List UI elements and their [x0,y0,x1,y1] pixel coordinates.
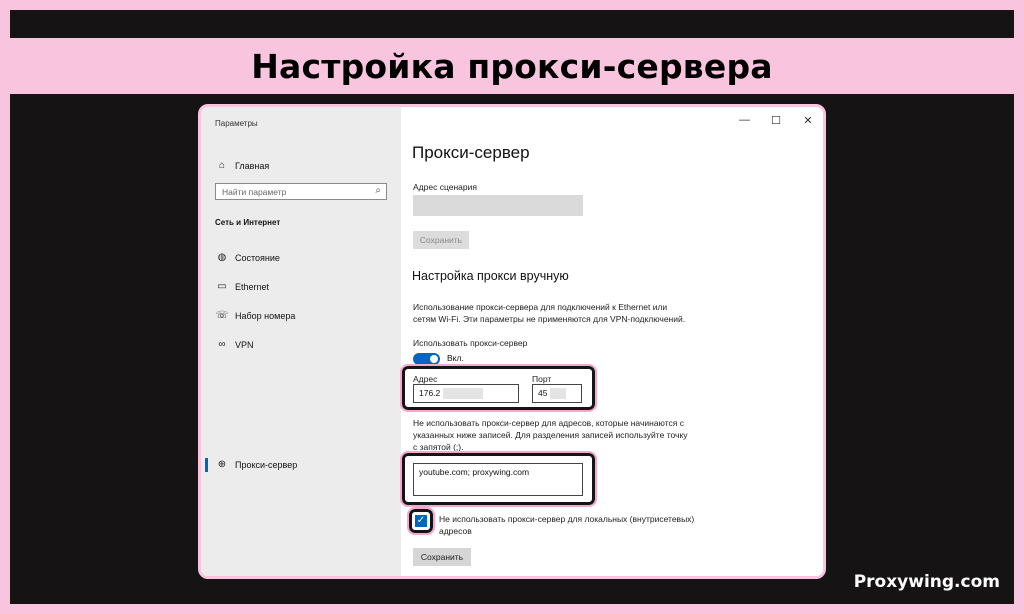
minimize-button[interactable]: — [739,114,750,127]
manual-proxy-heading: Настройка прокси вручную [412,269,569,283]
address-label: Адрес [413,374,438,384]
exclusions-description-line: указанных ниже записей. Для разделения з… [413,430,688,440]
sidebar-item-ethernet[interactable]: ▭ Ethernet [215,281,269,292]
dark-frame: Настройка прокси-сервера Параметры ⌂ Гла… [10,10,1014,604]
search-placeholder: Найти параметр [222,186,287,197]
home-icon: ⌂ [218,160,226,171]
sidebar-item-dialup[interactable]: ☏ Набор номера [215,310,296,321]
save-script-button: Сохранить [413,231,469,249]
save-button[interactable]: Сохранить [413,548,471,566]
toggle-state-label: Вкл. [447,353,464,363]
sidebar: Параметры ⌂ Главная Найти параметр ⌕ Сет… [201,107,401,576]
exclusions-description-line: Не использовать прокси-сервер для адресо… [413,418,684,428]
settings-window: Параметры ⌂ Главная Найти параметр ⌕ Сет… [198,104,826,579]
sidebar-item-label: VPN [235,339,254,350]
script-address-input [413,195,583,216]
redacted-blur [442,388,483,400]
exclusions-field[interactable]: youtube.com; proxywing.com [413,463,583,496]
sidebar-item-label: Набор номера [235,310,296,321]
manual-description-line: сетям Wi-Fi. Эти параметры не применяютс… [413,314,686,324]
use-proxy-label: Использовать прокси-сервер [413,338,528,348]
banner: Настройка прокси-сервера [10,38,1014,94]
page-title: Прокси-сервер [412,143,530,162]
exclusions-description-line: с запятой (;). [413,442,464,452]
address-value: 176.2 [419,388,441,398]
dialup-icon: ☏ [215,310,229,321]
sidebar-item-vpn[interactable]: ∞ VPN [215,339,254,350]
sidebar-item-label: Ethernet [235,281,270,292]
address-field[interactable]: 176.2 [413,384,519,403]
search-input[interactable]: Найти параметр ⌕ [215,183,387,200]
banner-title: Настройка прокси-сервера [251,46,773,86]
exclusions-value: youtube.com; proxywing.com [419,467,530,477]
port-field[interactable]: 45 [532,384,582,403]
local-bypass-label: Не использовать прокси-сервер для локаль… [439,514,695,524]
sidebar-item-label: Прокси-сервер [235,459,298,470]
manual-description-line: Использование прокси-сервера для подключ… [413,302,668,312]
sidebar-item-proxy[interactable]: ⊕ Прокси-сервер [215,459,297,470]
local-bypass-checkbox[interactable]: ✓ [415,515,427,527]
toggle-knob [430,355,438,363]
use-proxy-toggle[interactable] [413,353,440,365]
sidebar-item-label: Главная [235,160,270,171]
search-icon: ⌕ [375,185,381,196]
globe-icon: ⊕ [217,459,227,470]
redacted-blur [549,388,566,400]
content-pane: — ☐ ✕ Прокси-сервер Адрес сценария Сохра… [400,107,823,576]
local-bypass-label: адресов [439,526,472,536]
globe-status-icon: ◍ [217,252,227,263]
script-address-label: Адрес сценария [413,182,477,192]
close-button[interactable]: ✕ [803,114,813,127]
vpn-icon: ∞ [218,339,226,350]
window-controls: — ☐ ✕ [739,114,813,127]
watermark: Proxywing.com [853,572,1000,592]
ethernet-icon: ▭ [217,281,227,292]
sidebar-item-label: Состояние [235,252,280,263]
sidebar-item-status[interactable]: ◍ Состояние [215,252,280,263]
sidebar-item-home[interactable]: ⌂ Главная [215,160,269,171]
section-heading: Сеть и Интернет [215,218,281,227]
port-value: 45 [538,388,548,398]
port-label: Порт [532,374,552,384]
maximize-button[interactable]: ☐ [771,114,781,127]
active-indicator [205,458,208,472]
window-title: Параметры [215,119,258,128]
